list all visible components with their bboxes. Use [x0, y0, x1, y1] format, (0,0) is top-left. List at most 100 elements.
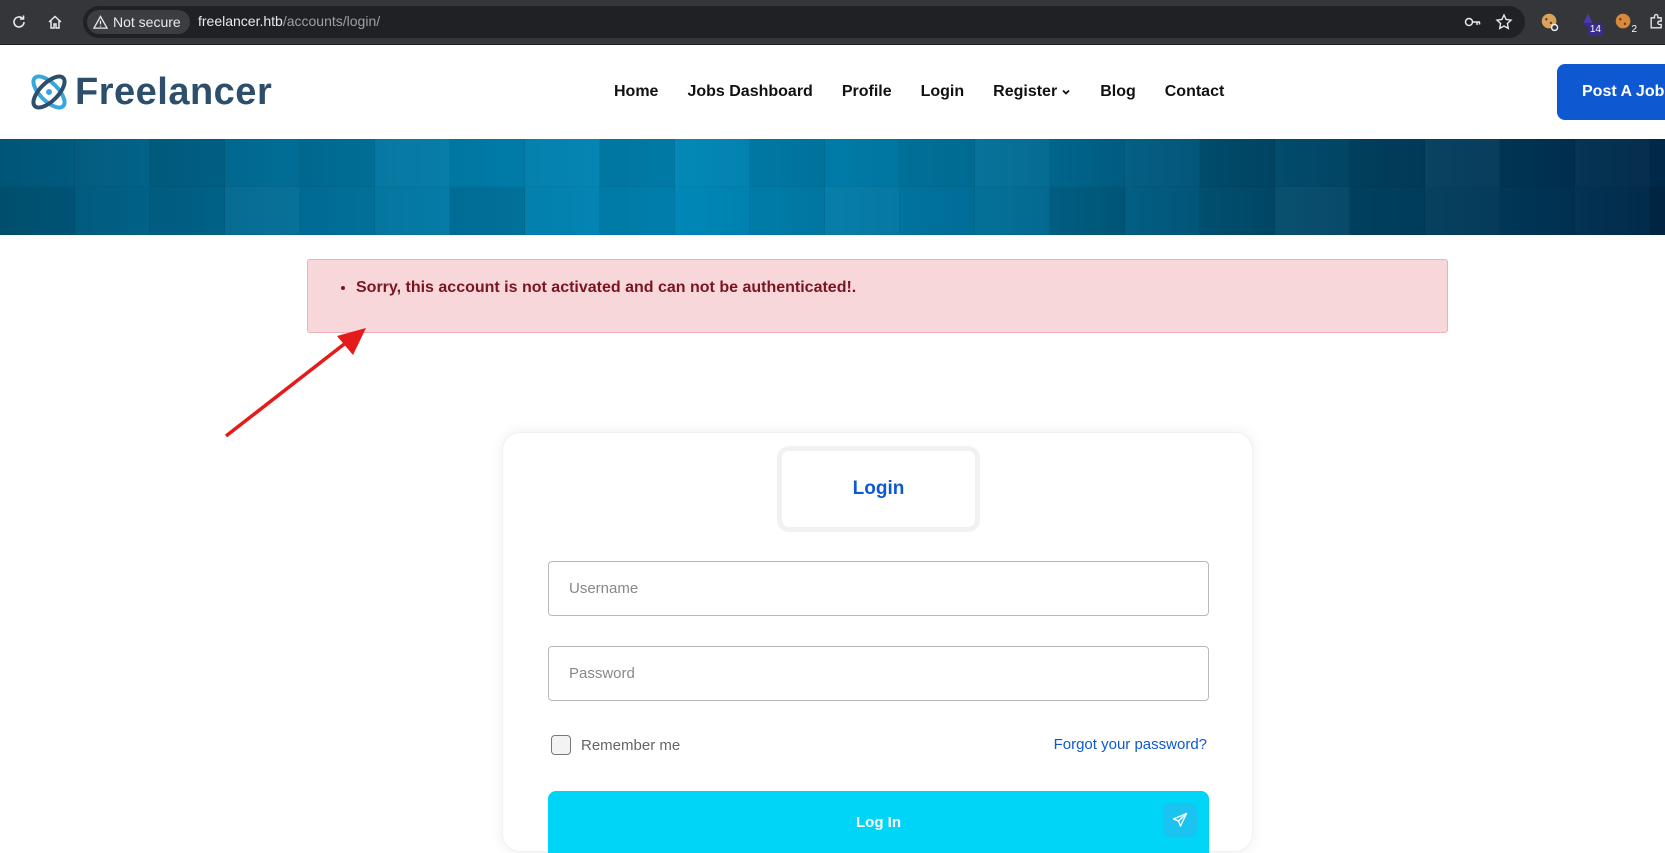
- banner-tile: [1050, 187, 1125, 235]
- banner-tile: [1275, 139, 1350, 187]
- banner-tile: [0, 139, 75, 187]
- banner-tile: [150, 139, 225, 187]
- banner-tile: [1200, 139, 1275, 187]
- banner-tile: [1425, 139, 1500, 187]
- nav-profile[interactable]: Profile: [842, 83, 892, 101]
- banner-tile: [225, 139, 300, 187]
- error-list: Sorry, this account is not activated and…: [356, 279, 856, 297]
- nav-login[interactable]: Login: [921, 83, 965, 101]
- password-field[interactable]: [548, 646, 1209, 701]
- nav-home[interactable]: Home: [614, 83, 658, 101]
- banner-tile: [1575, 139, 1650, 187]
- banner-tile: [375, 139, 450, 187]
- banner-tile: [450, 139, 525, 187]
- banner-tile: [900, 187, 975, 235]
- banner-tile: [675, 139, 750, 187]
- post-a-job-button[interactable]: Post A Job: [1557, 64, 1665, 120]
- banner-tiles: [0, 139, 1665, 235]
- tab-login[interactable]: Login: [777, 446, 980, 532]
- banner-tile: [525, 187, 600, 235]
- banner-tile: [0, 187, 75, 235]
- banner-tile: [300, 187, 375, 235]
- banner-tile: [1500, 139, 1575, 187]
- security-label: Not secure: [113, 14, 181, 30]
- banner-tile: [375, 187, 450, 235]
- remember-me-label: Remember me: [581, 736, 681, 754]
- banner-tile: [1650, 139, 1665, 187]
- wizard-extension-button[interactable]: 14: [1576, 10, 1603, 36]
- banner-tile: [1500, 187, 1575, 235]
- main-nav: Home Jobs Dashboard Profile Login Regist…: [614, 83, 1224, 101]
- reload-button[interactable]: [6, 9, 32, 35]
- banner-tile: [450, 187, 525, 235]
- cookie-editor-extension-button[interactable]: 2: [1612, 10, 1637, 35]
- username-input[interactable]: [549, 562, 1208, 615]
- banner-tile: [825, 187, 900, 235]
- remember-me-checkbox[interactable]: [551, 735, 571, 755]
- banner-tile: [1350, 187, 1425, 235]
- paper-plane-icon: [1172, 812, 1188, 827]
- reload-icon: [13, 15, 25, 28]
- extensions-menu-button[interactable]: [1645, 10, 1665, 34]
- banner-tile: [75, 187, 150, 235]
- banner-tile: [1200, 187, 1275, 235]
- banner-tile: [1425, 187, 1500, 235]
- cookie-icon: [1541, 13, 1559, 32]
- url-host: freelancer.htb: [198, 13, 283, 29]
- banner-tile: [750, 139, 825, 187]
- browser-toolbar: Not secure freelancer.htb/accounts/login…: [0, 0, 1665, 45]
- banner-tile: [750, 187, 825, 235]
- log-in-button[interactable]: Log In: [548, 791, 1209, 853]
- banner-tile: [825, 139, 900, 187]
- banner-tile: [600, 139, 675, 187]
- nav-register[interactable]: Register: [993, 83, 1071, 101]
- puzzle-icon: [1650, 13, 1662, 29]
- warning-icon: [93, 14, 108, 29]
- password-input[interactable]: [549, 647, 1208, 700]
- address-bar[interactable]: Not secure freelancer.htb/accounts/login…: [83, 6, 1525, 38]
- page-banner: [0, 139, 1665, 235]
- banner-tile: [525, 139, 600, 187]
- banner-tile: [75, 139, 150, 187]
- banner-tile: [150, 187, 225, 235]
- banner-tile: [1125, 187, 1200, 235]
- banner-tile: [300, 139, 375, 187]
- banner-tile: [675, 187, 750, 235]
- security-chip[interactable]: Not secure: [87, 10, 190, 34]
- banner-tile: [975, 139, 1050, 187]
- banner-tile: [975, 187, 1050, 235]
- banner-tile: [600, 187, 675, 235]
- nav-contact[interactable]: Contact: [1165, 83, 1225, 101]
- nav-register-label: Register: [993, 83, 1058, 100]
- error-message: Sorry, this account is not activated and…: [356, 279, 856, 297]
- banner-tile: [1275, 187, 1350, 235]
- url-text[interactable]: freelancer.htb/accounts/login/: [198, 13, 380, 29]
- send-icon: [1163, 803, 1197, 837]
- site-header: Freelancer Home Jobs Dashboard Profile L…: [0, 45, 1665, 139]
- freelancer-logo-icon: [31, 74, 67, 110]
- wizard-badge: 14: [1587, 24, 1603, 36]
- brand-name: Freelancer: [75, 70, 273, 113]
- nav-jobs-dashboard[interactable]: Jobs Dashboard: [687, 83, 812, 101]
- site-logo[interactable]: Freelancer: [25, 68, 272, 116]
- cookie-editor-badge: 2: [1631, 24, 1637, 35]
- username-field[interactable]: [548, 561, 1209, 616]
- chevron-down-icon: [1062, 89, 1070, 95]
- forgot-password-link[interactable]: Forgot your password?: [1054, 736, 1207, 753]
- url-path: /accounts/login/: [282, 13, 381, 29]
- banner-tile: [1125, 139, 1200, 187]
- banner-tile: [225, 187, 300, 235]
- banner-tile: [900, 139, 975, 187]
- login-card: Login Remember me Forgot your password? …: [502, 432, 1253, 853]
- remember-me[interactable]: Remember me: [551, 735, 680, 755]
- banner-tile: [1650, 187, 1665, 235]
- log-in-label: Log In: [856, 813, 901, 831]
- key-icon[interactable]: [1464, 13, 1482, 31]
- home-button[interactable]: [42, 9, 68, 35]
- error-alert: Sorry, this account is not activated and…: [307, 259, 1448, 333]
- cookie-extension-button[interactable]: [1538, 10, 1562, 34]
- banner-tile: [1050, 139, 1125, 187]
- nav-blog[interactable]: Blog: [1100, 83, 1136, 101]
- home-icon: [48, 15, 62, 29]
- bookmark-star-icon[interactable]: [1495, 13, 1513, 31]
